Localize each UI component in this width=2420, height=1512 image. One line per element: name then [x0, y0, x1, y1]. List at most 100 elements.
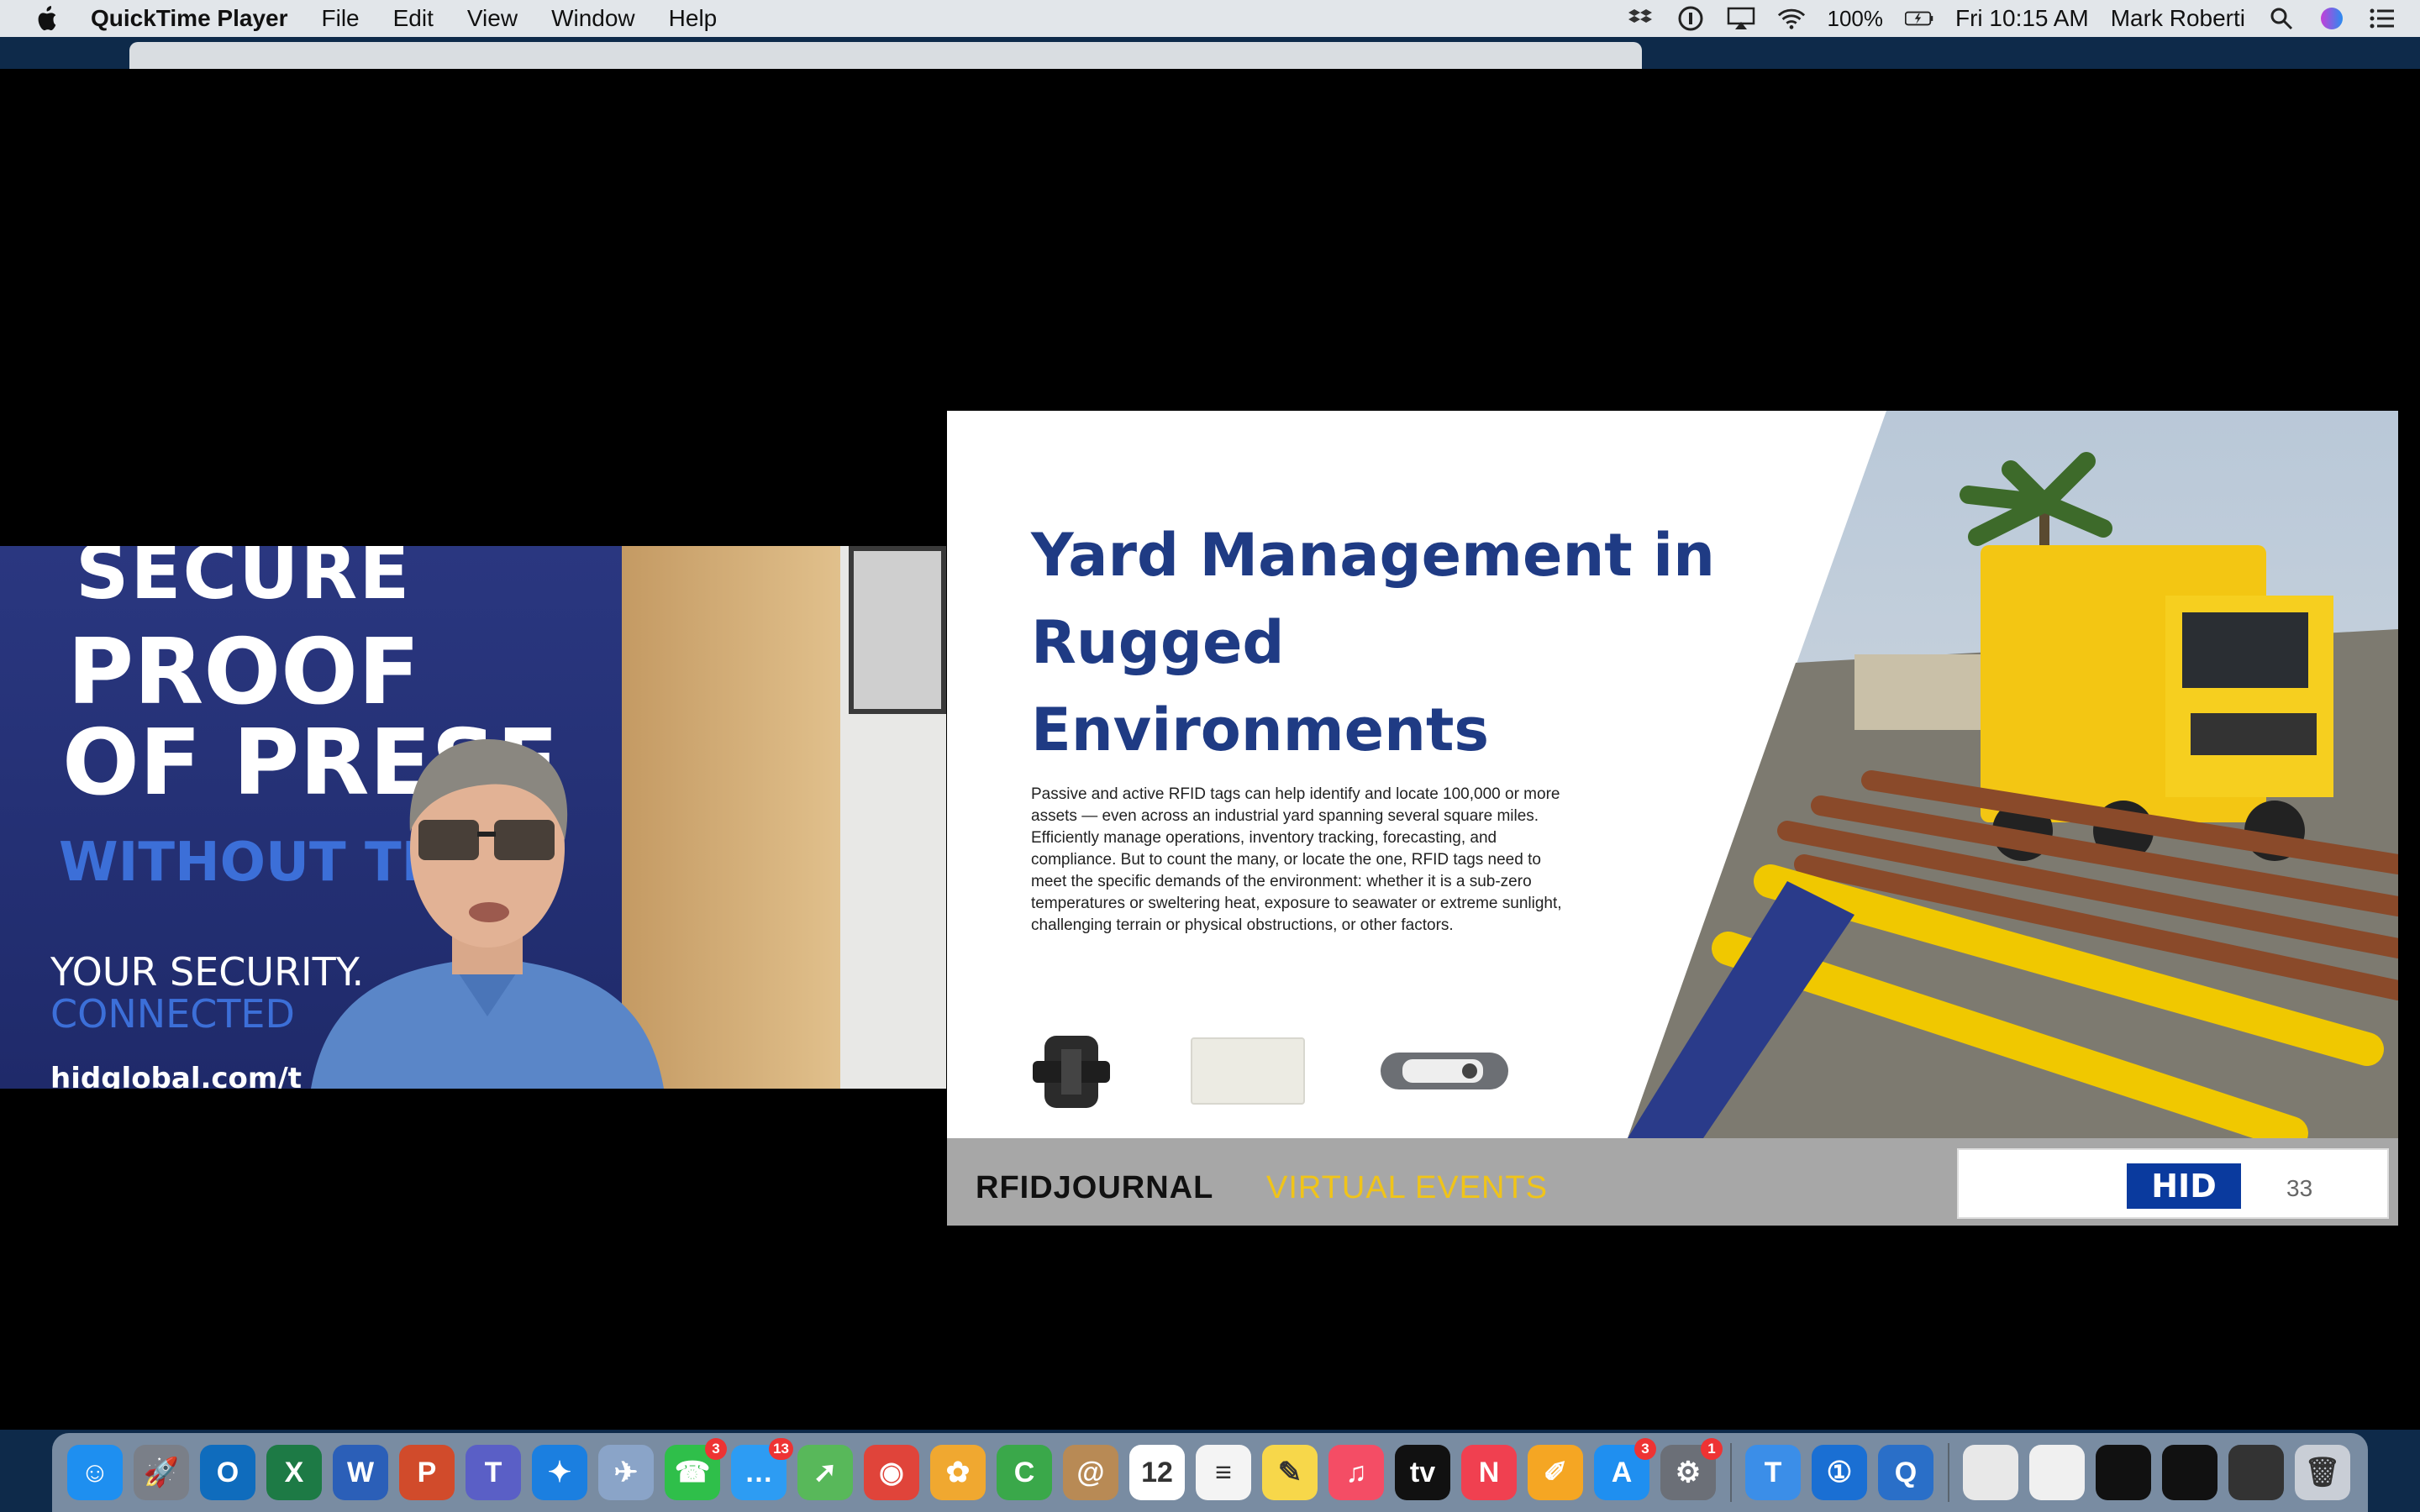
banner-text-url: hidglobal.com/t — [50, 1062, 302, 1089]
dock-glyph: ✦ — [547, 1457, 572, 1488]
dock-glyph: ☺ — [80, 1456, 110, 1488]
dock-contacts-icon[interactable]: @ — [1063, 1445, 1118, 1500]
hid-logo: HID — [2127, 1163, 2241, 1209]
dock-outlook-icon[interactable]: O — [200, 1445, 255, 1500]
banner-text-connected: CONNECTED — [50, 991, 295, 1037]
dock-maps-icon[interactable]: ➚ — [797, 1445, 853, 1500]
notification-badge: 3 — [705, 1438, 727, 1460]
slide-paragraph-1: Passive and active RFID tags can help id… — [1031, 785, 1560, 825]
dock-glyph: P — [417, 1456, 437, 1488]
notification-center-icon[interactable] — [2368, 6, 2396, 31]
dock-word-icon[interactable]: W — [333, 1445, 388, 1500]
dock-separator — [1948, 1443, 1949, 1502]
quicktime-video-area[interactable]: SECURE PROOF OF PRESE WITHOUT THE H YOUR… — [0, 69, 2420, 1430]
dock-reminders-icon[interactable]: ≡ — [1196, 1445, 1251, 1500]
dock-news-icon[interactable]: N — [1461, 1445, 1517, 1500]
slide-title-line-1: Yard Management in — [1031, 521, 1715, 590]
dock-appletv-icon[interactable]: tv — [1395, 1445, 1450, 1500]
dock-pages-icon[interactable]: ✐ — [1528, 1445, 1583, 1500]
dock-glyph: @ — [1076, 1456, 1105, 1488]
dock-glyph: ✈ — [613, 1457, 639, 1488]
notification-badge: 3 — [1634, 1438, 1656, 1460]
dock-glyph: ✎ — [1277, 1457, 1302, 1488]
notification-badge: 1 — [1701, 1438, 1723, 1460]
dock-system-preferences-icon[interactable]: ⚙ 1 — [1660, 1438, 1723, 1500]
dock-glyph: ⚙ — [1675, 1457, 1702, 1488]
dock-chrome-icon[interactable]: ◉ — [864, 1445, 919, 1500]
dock-trash-icon[interactable]: 🗑 — [2295, 1445, 2350, 1500]
dock-window-thumb-1-icon[interactable] — [2029, 1445, 2085, 1500]
dock-music-icon[interactable]: ♫ — [1328, 1445, 1384, 1500]
dock-glyph: ☎ — [674, 1457, 711, 1488]
menu-help[interactable]: Help — [669, 5, 718, 32]
rfid-tag-label-image — [1191, 1037, 1305, 1105]
dock-window-thumb-3-icon[interactable] — [2162, 1445, 2217, 1500]
dock-glyph: T — [484, 1456, 502, 1488]
menu-window[interactable]: Window — [551, 5, 635, 32]
dropbox-icon[interactable] — [1626, 6, 1655, 31]
menu-view[interactable]: View — [467, 5, 518, 32]
spotlight-icon[interactable] — [2267, 6, 2296, 31]
menu-edit[interactable]: Edit — [393, 5, 434, 32]
dock-document-stack-icon[interactable] — [1963, 1445, 2018, 1500]
dock-photos-icon[interactable]: ✿ — [930, 1445, 986, 1500]
slide-title: Yard Management in Rugged Environments — [1031, 512, 1720, 774]
picture-frame — [849, 546, 946, 714]
slide-body: Passive and active RFID tags can help id… — [1031, 784, 1569, 937]
apple-menu-icon[interactable] — [34, 5, 59, 32]
dock-safari-icon[interactable]: ✦ — [532, 1445, 587, 1500]
battery-percent: 100% — [1827, 5, 1884, 31]
onepassword-icon[interactable] — [1676, 6, 1705, 31]
dock-separator — [1730, 1443, 1732, 1502]
footer-logo-box: HID 33 — [1957, 1148, 2389, 1219]
dock-glyph: C — [1013, 1456, 1035, 1488]
dock-onepassword-icon[interactable]: ① — [1812, 1445, 1867, 1500]
user-name[interactable]: Mark Roberti — [2111, 5, 2245, 32]
dock-calendar-icon[interactable]: 12 — [1129, 1445, 1185, 1500]
dock-typora-icon[interactable]: T — [1745, 1445, 1801, 1500]
slide-page-number: 33 — [2286, 1175, 2313, 1201]
clock[interactable]: Fri 10:15 AM — [1955, 5, 2089, 32]
slide-paragraph-2: Efficiently manage operations, inventory… — [1031, 829, 1562, 934]
dock-glyph: ① — [1826, 1457, 1853, 1488]
dock-glyph: tv — [1409, 1456, 1436, 1488]
airplay-icon[interactable] — [1727, 6, 1755, 31]
dock-glyph: 🚀 — [143, 1457, 180, 1488]
dock-quicktime-icon[interactable]: Q — [1878, 1445, 1933, 1500]
dock-glyph: ♫ — [1345, 1456, 1367, 1488]
notification-badge: 13 — [769, 1438, 793, 1460]
dock-glyph: ✿ — [945, 1457, 971, 1488]
dock-glyph: X — [284, 1456, 304, 1488]
dock-glyph: ✐ — [1543, 1457, 1568, 1488]
presenter — [311, 739, 664, 1089]
battery-icon[interactable] — [1905, 6, 1933, 31]
dock-glyph: N — [1478, 1456, 1500, 1488]
dock-powerpoint-icon[interactable]: P — [399, 1445, 455, 1500]
dock-mail-bird-icon[interactable]: ✈ — [598, 1445, 654, 1500]
dock-glyph: ➚ — [813, 1457, 838, 1488]
dock-window-thumb-2-icon[interactable] — [2096, 1445, 2151, 1500]
dock-finder-icon[interactable]: ☺ — [67, 1445, 123, 1500]
rfid-tag-active-image — [1381, 1053, 1508, 1089]
app-menu-quicktime[interactable]: QuickTime Player — [91, 5, 288, 32]
banner-text-secure: SECURE — [76, 546, 412, 616]
dock-launchpad-icon[interactable]: 🚀 — [134, 1445, 189, 1500]
dock-glyph: O — [216, 1456, 239, 1488]
dock-teams-icon[interactable]: T — [466, 1445, 521, 1500]
wifi-icon[interactable] — [1777, 6, 1806, 31]
dock-glyph: … — [744, 1456, 773, 1488]
dock-glyph: Q — [1894, 1456, 1918, 1488]
dock-excel-icon[interactable]: X — [266, 1445, 322, 1500]
dock-facetime-icon[interactable]: ☎ 3 — [665, 1438, 727, 1500]
menu-file[interactable]: File — [322, 5, 360, 32]
dock-window-thumb-4-icon[interactable] — [2228, 1445, 2284, 1500]
dock-notes-icon[interactable]: ✎ — [1262, 1445, 1318, 1500]
dock-appstore-icon[interactable]: A3 — [1594, 1438, 1656, 1500]
presentation-slide: Yard Management in Rugged Environments P… — [947, 411, 2398, 1226]
dock-camtasia-icon[interactable]: C — [997, 1445, 1052, 1500]
dock-glyph: 🗑 — [2304, 1457, 2341, 1488]
status-area: 100% Fri 10:15 AM Mark Roberti — [1626, 0, 2397, 37]
dock-messages-icon[interactable]: … 13 — [731, 1438, 793, 1500]
dock: ☺ 🚀 O X W P T ✦ ✈ ☎ 3… 13 ➚ ◉ ✿ C @12 ≡ ✎ ♫ tv N ✐ A 3 ⚙ 1 T ① Q 🗑 — [52, 1433, 2368, 1512]
siri-icon[interactable] — [2317, 6, 2346, 31]
